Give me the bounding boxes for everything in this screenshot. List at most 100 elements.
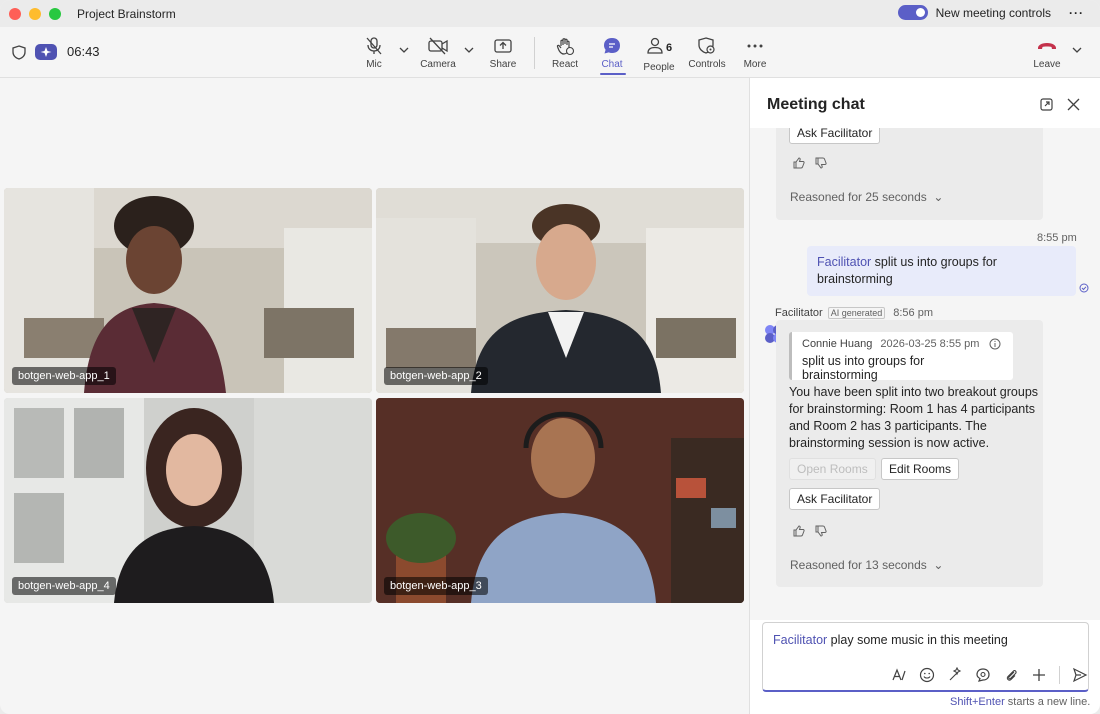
message-timestamp: 8:55 pm (1037, 232, 1077, 244)
more-dots-icon (747, 44, 763, 48)
emoji-icon[interactable] (919, 667, 935, 683)
reasoning-duration[interactable]: Reasoned for 25 seconds ⌄ (790, 190, 944, 204)
controls-shield-gear-icon (698, 37, 715, 54)
quote-time: 2026-03-25 8:55 pm (880, 338, 980, 350)
video-stage: botgen-web-app_1 botgen-web-app_2 botgen… (0, 78, 749, 714)
mic-off-icon (366, 37, 382, 55)
my-message-bubble[interactable]: Facilitator split us into groups for bra… (807, 246, 1076, 296)
camera-label: Camera (420, 59, 456, 70)
participant-name: botgen-web-app_2 (384, 367, 488, 385)
window-title: Project Brainstorm (77, 6, 176, 21)
camera-off-icon (428, 37, 448, 55)
quote-author: Connie Huang (802, 338, 873, 350)
send-icon[interactable] (1072, 667, 1088, 683)
people-label: People (643, 62, 675, 73)
composer-toolbar (891, 666, 1088, 684)
share-button[interactable]: Share (478, 36, 528, 70)
participant-video (376, 398, 744, 603)
more-button[interactable]: More (730, 36, 780, 70)
composer-divider (1059, 666, 1060, 684)
new-meeting-controls-toggle[interactable] (897, 5, 928, 20)
quoted-message[interactable]: Connie Huang 2026-03-25 8:55 pm split us… (789, 332, 1013, 382)
leave-options-chevron-icon[interactable] (1072, 46, 1082, 54)
people-icon (647, 37, 663, 54)
participant-video (4, 188, 372, 393)
leave-button[interactable]: Leave (1022, 36, 1072, 70)
share-icon (494, 39, 512, 53)
compose-text: play some music in this meeting (827, 633, 1008, 647)
reasoning-duration[interactable]: Reasoned for 13 seconds ⌄ (790, 558, 944, 572)
react-hand-icon (556, 38, 575, 56)
bot-sender-line: Facilitator AI generated 8:56 pm (775, 307, 933, 319)
minimize-window-button[interactable] (29, 7, 41, 20)
mention-facilitator[interactable]: Facilitator (773, 633, 827, 647)
loop-component-icon[interactable] (975, 667, 991, 683)
new-line-hint: Shift+Enter starts a new line. (950, 696, 1090, 708)
thumbs-up-icon[interactable] (793, 525, 805, 537)
thumbs-up-icon[interactable] (793, 157, 805, 169)
more-label: More (743, 59, 767, 70)
chat-message-list[interactable]: Ask Facilitator Reasoned for 25 seconds … (750, 128, 1100, 620)
camera-button[interactable]: Camera (413, 36, 463, 70)
bot-message-card: Ask Facilitator Reasoned for 25 seconds … (776, 128, 1043, 220)
chat-button[interactable]: Chat (587, 36, 637, 70)
copilot-rewrite-icon[interactable] (947, 667, 963, 683)
participant-name: botgen-web-app_3 (384, 577, 488, 595)
share-label: Share (489, 59, 517, 70)
video-tile[interactable]: botgen-web-app_4 (4, 398, 372, 603)
mic-options-chevron-icon[interactable] (399, 46, 409, 54)
more-options-icon[interactable]: ··· (1069, 6, 1084, 20)
video-tile[interactable]: botgen-web-app_3 (376, 398, 744, 603)
copilot-badge-icon[interactable] (35, 44, 57, 60)
pop-out-icon[interactable] (1040, 98, 1053, 111)
teams-meeting-window: Project Brainstorm New meeting controls … (0, 0, 1100, 714)
toolbar-divider (534, 37, 535, 69)
bot-message-time: 8:56 pm (893, 307, 933, 319)
ask-facilitator-button[interactable]: Ask Facilitator (789, 128, 881, 144)
thumbs-down-icon[interactable] (815, 525, 827, 537)
hint-text: starts a new line. (1004, 696, 1091, 708)
feedback-buttons (793, 157, 827, 169)
chat-label: Chat (601, 59, 623, 70)
new-meeting-controls: New meeting controls ··· (897, 5, 1084, 20)
react-button[interactable]: React (540, 36, 590, 70)
open-rooms-button[interactable]: Open Rooms (789, 458, 876, 480)
ask-facilitator-button[interactable]: Ask Facilitator (789, 488, 881, 510)
shield-icon[interactable] (12, 45, 26, 60)
camera-options-chevron-icon[interactable] (464, 46, 474, 54)
bot-sender-name: Facilitator (775, 307, 823, 319)
close-icon[interactable] (1067, 98, 1080, 111)
controls-label: Controls (688, 59, 726, 70)
message-composer[interactable]: Facilitator play some music in this meet… (762, 622, 1089, 692)
meeting-timer: 06:43 (67, 44, 100, 59)
participant-name: botgen-web-app_1 (12, 367, 116, 385)
thumbs-down-icon[interactable] (815, 157, 827, 169)
edit-rooms-button[interactable]: Edit Rooms (881, 458, 960, 480)
chat-active-indicator (600, 73, 626, 75)
mention-facilitator[interactable]: Facilitator (817, 255, 871, 269)
attach-icon[interactable] (1003, 667, 1019, 683)
controls-button[interactable]: Controls (682, 36, 732, 70)
participant-video (376, 188, 744, 393)
chat-icon (604, 38, 620, 54)
react-label: React (551, 59, 579, 70)
meeting-chat-panel: Meeting chat Ask Facilitator Reasoned fo… (749, 78, 1100, 714)
mic-button[interactable]: Mic (349, 36, 399, 70)
new-meeting-controls-label: New meeting controls (935, 5, 1051, 20)
mic-label: Mic (366, 59, 382, 70)
bot-message-body: You have been split into two breakout gr… (789, 385, 1039, 450)
participant-name: botgen-web-app_4 (12, 577, 116, 595)
format-text-icon[interactable] (891, 667, 907, 683)
video-tile[interactable]: botgen-web-app_1 (4, 188, 372, 393)
info-icon[interactable] (989, 338, 1001, 350)
hint-key: Shift+Enter (950, 696, 1005, 708)
video-tile[interactable]: botgen-web-app_2 (376, 188, 744, 393)
leave-label: Leave (1033, 59, 1061, 70)
zoom-window-button[interactable] (49, 7, 61, 20)
participant-video (4, 398, 372, 603)
compose-input[interactable]: Facilitator play some music in this meet… (773, 633, 1008, 647)
chat-panel-title: Meeting chat (767, 96, 865, 113)
people-button[interactable]: 6 People (634, 36, 684, 73)
add-icon[interactable] (1031, 667, 1047, 683)
close-window-button[interactable] (9, 7, 21, 20)
